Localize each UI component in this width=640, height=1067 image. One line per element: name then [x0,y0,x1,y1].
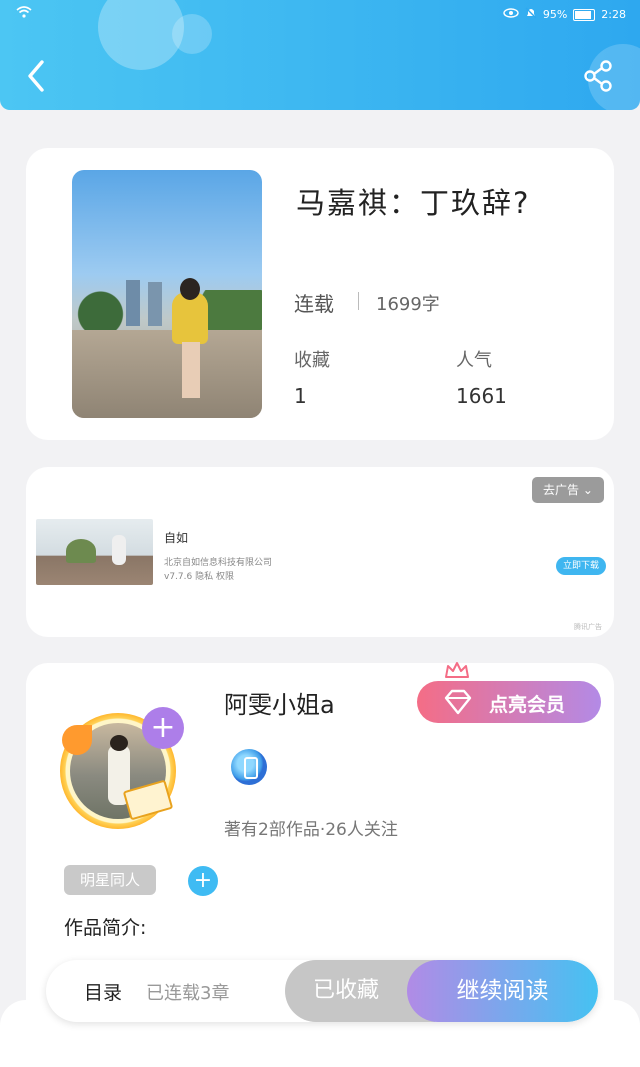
author-card: + 阿雯小姐a 点亮会员 著有2部作品·26人关注 明星同人 + 作品简介: [26,662,614,1003]
wifi-icon [16,6,32,21]
battery-percent: 95% [542,8,568,21]
book-info-card: 马嘉祺：丁玖辞? 连载 1699字 收藏 人气 1 1661 [26,148,614,440]
popularity-label: 人气 [456,350,492,371]
author-name: 阿雯小姐a [224,691,335,719]
mute-bell-icon [525,7,537,22]
cover-figure-legs [182,342,200,398]
ad-tag: 腾讯广告 [574,623,602,631]
book-cover[interactable] [72,170,262,418]
divider [358,292,359,310]
medal-badge-icon[interactable] [231,749,267,785]
diamond-icon [444,689,472,715]
clock: 2:28 [601,8,626,21]
top-header: 95% 2:28 [0,0,640,110]
author-stats: 著有2部作品·26人关注 [224,820,398,840]
book-title: 马嘉祺：丁玖辞? [296,186,531,220]
continue-reading-button[interactable]: 继续阅读 [407,960,598,1022]
popularity-value: 1661 [456,384,507,408]
eye-icon [503,8,519,21]
chevron-down-icon: ⌄ [582,483,593,497]
battery-icon [573,8,596,21]
back-button[interactable] [22,58,52,94]
ad-image-person [112,535,126,565]
reading-action-bar: 目录 已连载3章 已收藏 继续阅读 [46,960,598,1022]
share-button[interactable] [582,58,616,94]
follow-add-button[interactable]: + [142,707,184,749]
crown-icon [445,662,469,678]
favorites-value: 1 [294,384,307,408]
cover-ground [72,330,262,418]
chapter-count: 已连载3章 [146,983,230,1004]
cover-figure-head [180,278,200,300]
favorites-label: 收藏 [294,350,330,371]
vip-label: 点亮会员 [489,694,566,716]
ad-image[interactable] [36,519,153,585]
ad-image-plant [66,539,96,563]
share-icon [584,60,612,92]
ad-version: v7.7.6 隐私 权限 [164,572,234,582]
cover-trees [72,290,262,330]
leaf-decor-icon [62,725,92,755]
ad-company: 北京自如信息科技有限公司 [164,558,273,568]
intro-label: 作品简介: [64,917,147,939]
add-tag-button[interactable]: + [188,866,218,896]
remove-ad-label: 去广告 [543,483,580,497]
remove-ad-button[interactable]: 去广告 ⌄ [532,477,604,503]
word-count: 1699字 [376,294,440,315]
tag-chip[interactable]: 明星同人 [64,865,156,895]
ad-card[interactable]: 去广告 ⌄ 自如 北京自如信息科技有限公司 v7.7.6 隐私 权限 立即下载 … [26,467,614,637]
ad-download-button[interactable]: 立即下载 [556,557,606,575]
ad-app-name: 自如 [164,531,189,545]
status-bar: 95% 2:28 [0,4,640,24]
serial-status: 连载 [294,292,334,316]
avatar-figure-head [110,735,128,751]
chevron-left-icon [28,60,44,92]
table-of-contents-button[interactable]: 目录 [84,978,122,1005]
vip-button[interactable]: 点亮会员 [417,681,601,723]
